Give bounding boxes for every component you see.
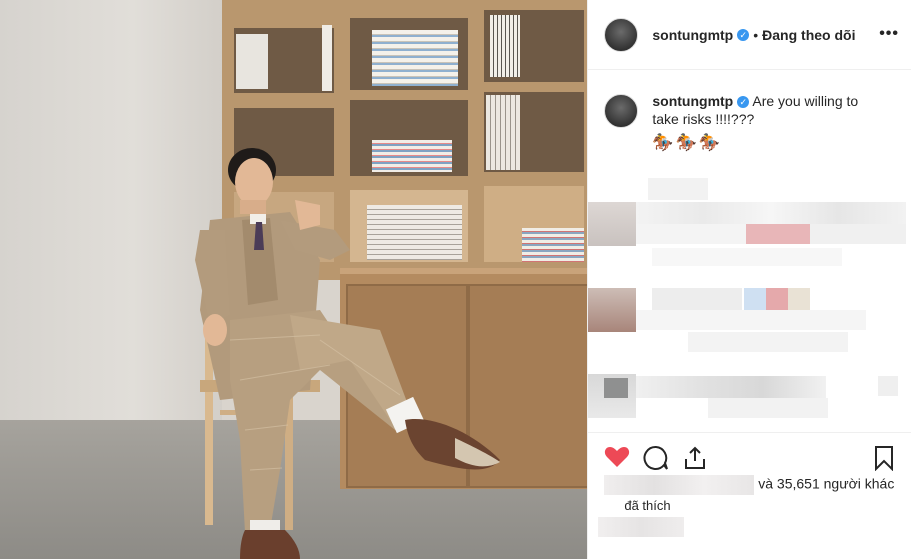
follow-status-button[interactable]: Đang theo dõi	[762, 27, 855, 43]
heart-icon[interactable]	[604, 445, 630, 469]
share-icon[interactable]	[682, 445, 708, 471]
post-actions: và 35,651 người khác đã thích	[588, 432, 911, 560]
post-photo[interactable]	[0, 0, 588, 559]
caption-emoji: 🏇🏇🏇	[652, 133, 722, 152]
caption: sontungmtp ✓ Are you willing to take risk…	[588, 70, 911, 152]
post-header: sontungmtp ✓ • Đang theo dõi •••	[588, 0, 911, 70]
separator-dot: •	[753, 26, 759, 43]
photo-person	[195, 148, 500, 559]
instagram-post: sontungmtp ✓ • Đang theo dõi ••• sontung…	[0, 0, 911, 559]
pixelated-liker	[604, 475, 755, 495]
pixelated-comments	[588, 170, 911, 432]
likes-summary[interactable]: và 35,651 người khác	[604, 475, 894, 495]
more-options-icon[interactable]: •••	[879, 25, 899, 43]
caption-avatar[interactable]	[604, 94, 639, 128]
verified-badge-icon: ✓	[737, 96, 750, 108]
bookmark-icon[interactable]	[873, 445, 895, 471]
post-sidebar: sontungmtp ✓ • Đang theo dõi ••• sontung…	[587, 0, 911, 559]
comment-icon[interactable]	[643, 445, 669, 471]
pixelated-timestamp	[598, 517, 685, 537]
liked-label: đã thích	[624, 498, 671, 513]
likes-count-text: và 35,651 người khác	[758, 475, 895, 492]
verified-badge-icon: ✓	[737, 28, 750, 41]
caption-username[interactable]: sontungmtp	[652, 93, 733, 109]
avatar[interactable]	[604, 17, 639, 52]
header-username[interactable]: sontungmtp	[652, 27, 733, 43]
